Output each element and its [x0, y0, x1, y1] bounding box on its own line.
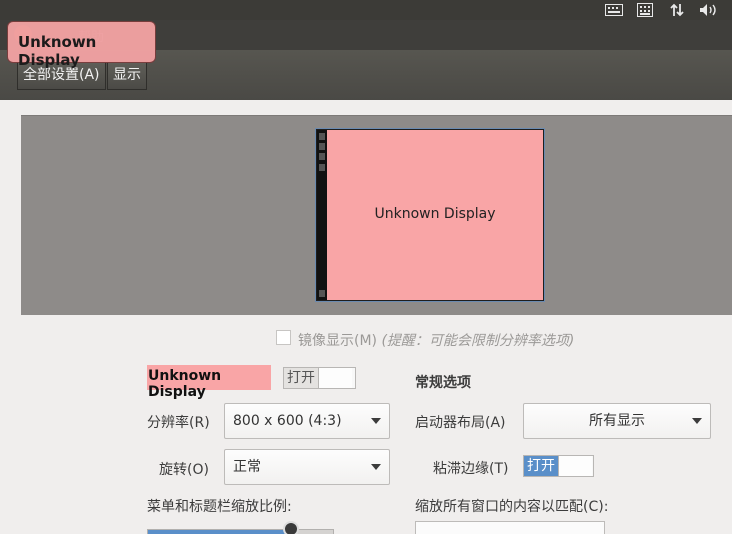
- display-identify-label: Unknown Display: [7, 21, 156, 69]
- mirror-checkbox[interactable]: [276, 330, 291, 345]
- mirror-label: 镜像显示(M) (提醒：可能会限制分辨率选项): [298, 330, 574, 350]
- scale-all-select[interactable]: [415, 521, 605, 534]
- resolution-label: 分辨率(R): [147, 415, 210, 431]
- scale-slider-handle[interactable]: [283, 521, 299, 534]
- scale-slider-fill: [148, 530, 291, 534]
- network-icon[interactable]: [666, 0, 688, 20]
- scale-slider[interactable]: [147, 529, 334, 534]
- launcher-strip: [317, 130, 327, 300]
- launcher-placement-select[interactable]: 所有显示: [523, 403, 711, 439]
- resolution-select[interactable]: 800 x 600 (4:3): [224, 403, 390, 439]
- display-name-label: Unknown Display: [147, 365, 271, 400]
- volume-icon[interactable]: [697, 0, 721, 20]
- general-options-heading: 常规选项: [415, 375, 471, 391]
- toggle-knob: [318, 368, 352, 388]
- launcher-icon: [319, 290, 325, 297]
- chevron-down-icon: [692, 418, 702, 424]
- launcher-icon: [319, 143, 325, 150]
- chevron-down-icon: [371, 418, 381, 424]
- top-panel: [0, 0, 732, 20]
- rotation-label: 旋转(O): [159, 462, 209, 478]
- toggle-label: 打开: [284, 368, 318, 388]
- launcher-placement-value: 所有显示: [589, 413, 645, 429]
- calculator-icon[interactable]: [634, 0, 656, 20]
- launcher-placement-label: 启动器布局(A): [415, 415, 506, 431]
- keyboard-icon[interactable]: [603, 0, 625, 20]
- resolution-value: 800 x 600 (4:3): [233, 413, 342, 429]
- mirror-hint: (提醒：可能会限制分辨率选项): [381, 333, 575, 349]
- display-power-toggle[interactable]: 打开: [283, 367, 356, 389]
- scale-all-label: 缩放所有窗口的内容以匹配(C):: [415, 499, 609, 515]
- toggle-knob: [558, 456, 592, 476]
- display-breadcrumb-button[interactable]: 显示: [107, 61, 147, 90]
- sticky-edges-label: 粘滞边缘(T): [433, 461, 509, 477]
- launcher-icon: [319, 164, 325, 171]
- scale-label: 菜单和标题栏缩放比例:: [147, 499, 292, 515]
- monitor-preview[interactable]: Unknown Display: [315, 128, 545, 302]
- mirror-text: 镜像显示(M): [298, 333, 378, 349]
- launcher-icon: [319, 133, 325, 140]
- rotation-value: 正常: [233, 459, 261, 475]
- toggle-label: 打开: [524, 456, 558, 476]
- launcher-icon: [319, 153, 325, 160]
- sticky-edges-toggle[interactable]: 打开: [523, 455, 594, 477]
- rotation-select[interactable]: 正常: [224, 449, 390, 485]
- monitor-name: Unknown Display: [374, 206, 496, 222]
- chevron-down-icon: [371, 464, 381, 470]
